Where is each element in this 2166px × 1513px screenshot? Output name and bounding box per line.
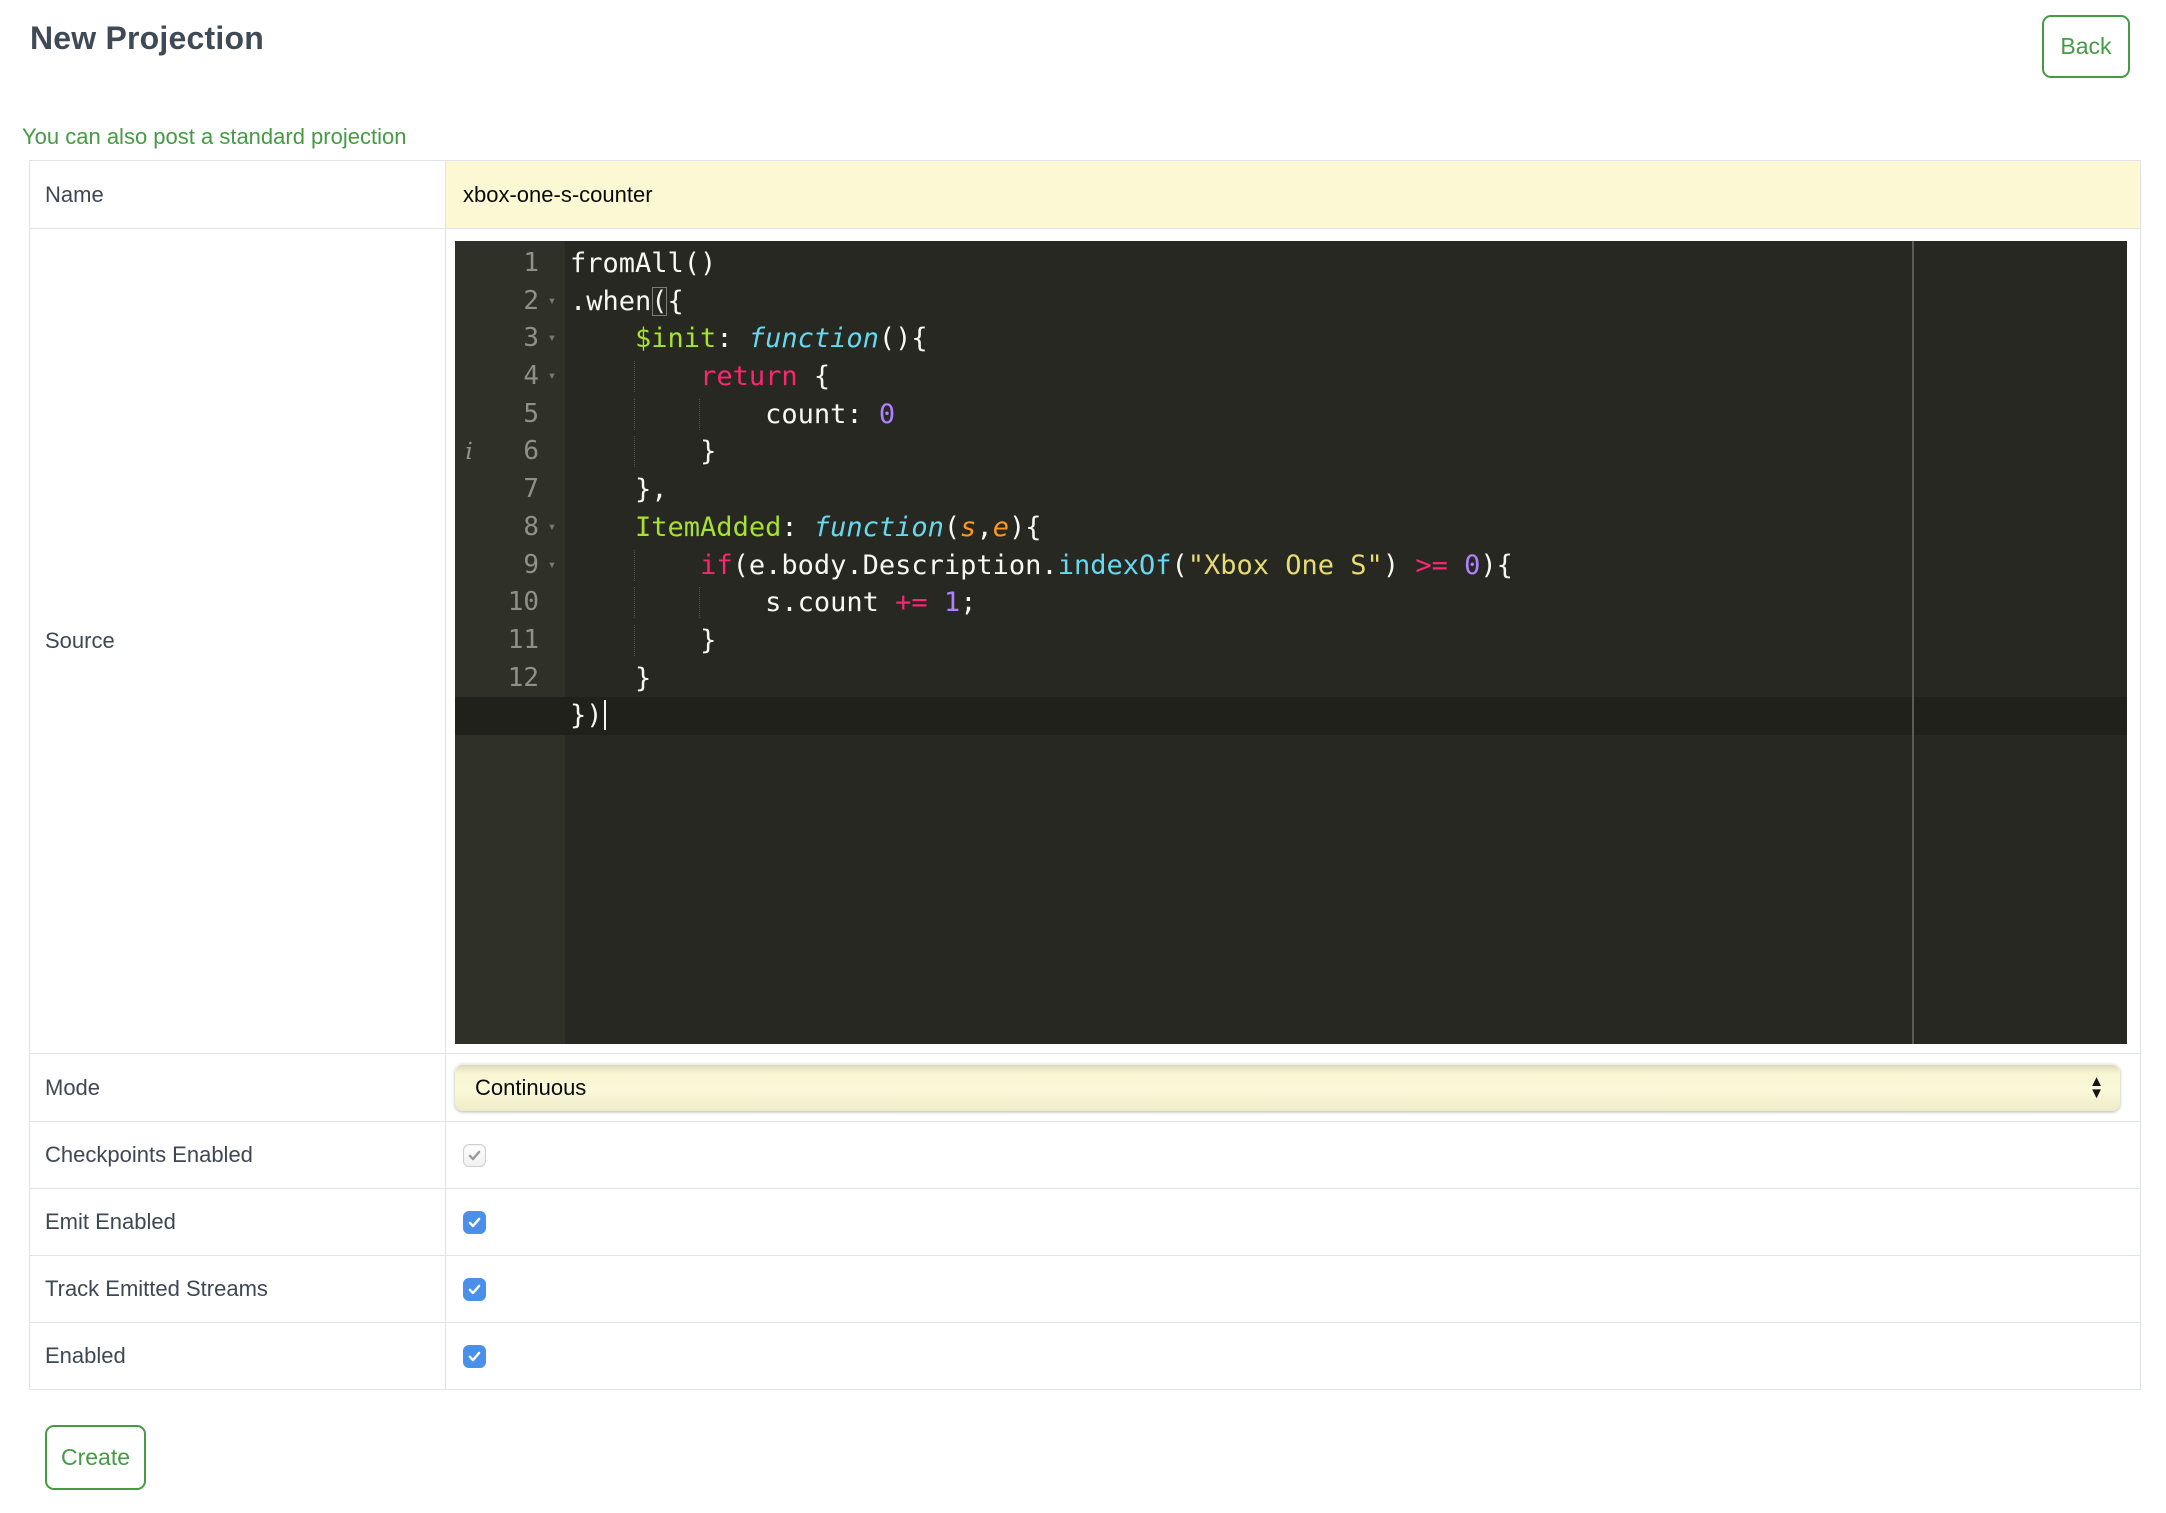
line-number: 11 [507, 624, 539, 655]
select-arrows-icon: ▲ ▼ [2089, 1072, 2104, 1102]
projection-form-table: Name xbox-one-s-counter Source 1 2 ▾ 3 ▾ 4 ▾ 5 i… [29, 160, 2141, 1390]
name-label: Name [30, 161, 446, 228]
track-label: Track Emitted Streams [30, 1256, 446, 1322]
enabled-label: Enabled [30, 1323, 446, 1389]
fold-arrow-icon[interactable]: ▾ [539, 547, 565, 585]
source-row: Source 12▾3▾4▾5i678▾9▾101112i13 fromAll(… [30, 229, 2140, 1054]
gutter-line-12: 12 [455, 660, 565, 698]
mode-label: Mode [30, 1054, 446, 1121]
line-number: 12 [507, 662, 539, 693]
code-line-1: fromAll() [570, 248, 717, 279]
source-code-editor[interactable]: fromAll() .when({ $init: function(){ retu… [455, 241, 2127, 1044]
emit-label: Emit Enabled [30, 1189, 446, 1255]
line-number: 10 [507, 587, 539, 618]
mode-row: Mode Continuous ▲ ▼ [30, 1054, 2140, 1122]
line-number: 9 [523, 549, 539, 580]
check-icon [468, 1217, 481, 1227]
enabled-checkbox[interactable] [463, 1344, 486, 1368]
line-number: 5 [523, 398, 539, 429]
code-line-6: } [565, 433, 2127, 471]
line-number: 6 [523, 436, 539, 467]
line-number: 3 [523, 323, 539, 354]
back-button[interactable]: Back [2042, 15, 2130, 78]
gutter-line-5: 5 [455, 396, 565, 434]
gutter-line-10: 10 [455, 584, 565, 622]
gutter-line-9: 9 ▾ [455, 547, 565, 585]
checkpoints-checkbox [463, 1143, 486, 1167]
gutter-line-2: 2 ▾ [455, 283, 565, 321]
line-number: 1 [523, 248, 539, 278]
fold-arrow-icon[interactable]: ▾ [539, 358, 565, 396]
code-line-3: $init: function(){ [635, 323, 928, 355]
code-line-4: return { [565, 358, 2127, 396]
checkpoints-label: Checkpoints Enabled [30, 1122, 446, 1188]
create-button[interactable]: Create [45, 1425, 146, 1490]
code-line-8: ItemAdded: function(s,e){ [635, 511, 1042, 543]
fold-arrow-icon[interactable]: ▾ [539, 320, 565, 358]
code-line-5: count: 0 [565, 396, 2127, 434]
editor-gutter: 12▾3▾4▾5i678▾9▾101112i13 [455, 241, 565, 1044]
source-label: Source [30, 229, 446, 1053]
standard-projection-link[interactable]: You can also post a standard projection [22, 124, 406, 150]
gutter-line-3: 3 ▾ [455, 320, 565, 358]
print-margin-line [1912, 241, 1914, 1044]
check-icon [468, 1351, 481, 1361]
mode-select-value: Continuous [475, 1074, 587, 1100]
check-icon [468, 1284, 481, 1294]
code-line-9: if(e.body.Description.indexOf("Xbox One … [565, 547, 2127, 585]
gutter-line-8: 8 ▾ [455, 509, 565, 547]
name-row: Name xbox-one-s-counter [30, 161, 2140, 229]
checkpoints-row: Checkpoints Enabled [30, 1122, 2140, 1189]
enabled-row: Enabled [30, 1323, 2140, 1390]
gutter-line-6: i6 [455, 433, 565, 471]
gutter-line-7: 7 [455, 471, 565, 509]
fold-arrow-icon[interactable]: ▾ [539, 509, 565, 547]
code-line-12: } [635, 662, 652, 694]
code-line-13: }) [455, 697, 2127, 735]
source-cell: 12▾3▾4▾5i678▾9▾101112i13 fromAll().when(… [446, 229, 2140, 1053]
gutter-line-1: 1 [455, 245, 565, 283]
gutter-line-11: 11 [455, 622, 565, 660]
text-cursor [603, 700, 606, 731]
code-line-10: s.count += 1; [565, 584, 2127, 622]
code-line-11: } [565, 622, 2127, 660]
code-line-7: }, [635, 474, 668, 506]
mode-select[interactable]: Continuous ▲ ▼ [455, 1064, 2120, 1111]
line-number: 2 [523, 285, 539, 316]
line-number: 7 [523, 474, 539, 505]
emit-row: Emit Enabled [30, 1189, 2140, 1256]
line-number: 4 [523, 361, 539, 392]
fold-arrow-icon[interactable]: ▾ [539, 283, 565, 321]
line-number: 8 [523, 511, 539, 542]
annotation-info-icon: i [465, 438, 473, 465]
code-line-2: .when({ [570, 285, 684, 317]
emit-checkbox[interactable] [463, 1210, 486, 1234]
track-emitted-streams-checkbox[interactable] [463, 1277, 486, 1301]
check-icon [468, 1150, 481, 1160]
source-editor[interactable]: 12▾3▾4▾5i678▾9▾101112i13 fromAll().when(… [455, 241, 2127, 1044]
name-input[interactable]: xbox-one-s-counter [446, 161, 2140, 228]
gutter-line-4: 4 ▾ [455, 358, 565, 396]
page-title: New Projection [30, 20, 264, 56]
track-row: Track Emitted Streams [30, 1256, 2140, 1323]
